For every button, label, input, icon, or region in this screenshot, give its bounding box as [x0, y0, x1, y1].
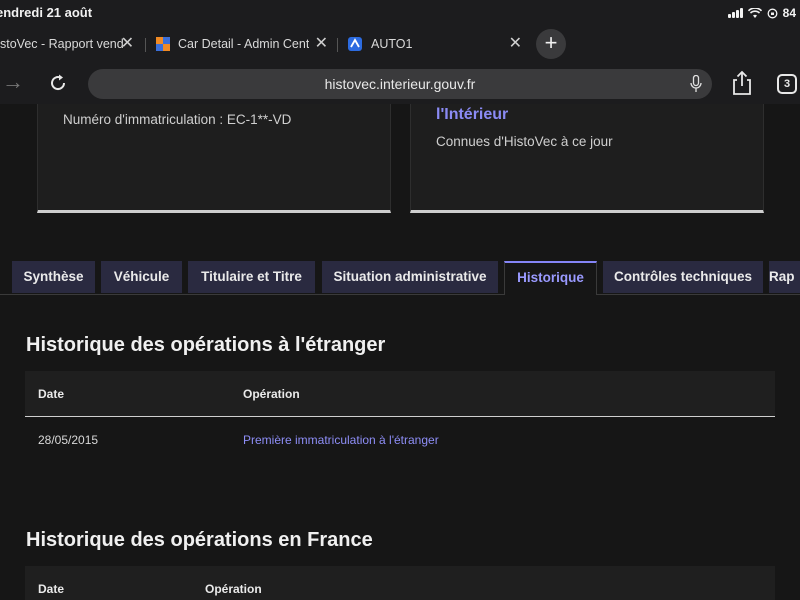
share-icon[interactable]	[730, 70, 754, 96]
report-tabs: Synthèse Véhicule Titulaire et Titre Sit…	[0, 261, 800, 295]
france-history-title: Historique des opérations en France	[26, 529, 373, 551]
operation-date: 28/05/2015	[38, 433, 99, 447]
reload-icon[interactable]	[48, 73, 68, 93]
registration-number-text: Numéro d'immatriculation : EC-1**-VD	[63, 112, 292, 127]
admin-favicon-icon	[156, 37, 170, 51]
tab-divider	[145, 38, 146, 52]
foreign-history-table-header: Date Opération	[25, 371, 775, 417]
column-operation: Opération	[205, 582, 262, 596]
cellular-signal-icon	[727, 8, 743, 18]
close-tab-icon[interactable]: ✕	[315, 35, 328, 53]
microphone-icon[interactable]	[690, 75, 702, 93]
address-bar-row: → histovec.interieur.gouv.fr 3	[0, 62, 800, 104]
tab-vehicule[interactable]: Véhicule	[101, 261, 182, 293]
status-indicators: 84	[727, 6, 796, 20]
column-date: Date	[38, 582, 65, 596]
close-tab-icon[interactable]: ✕	[509, 35, 522, 53]
tab-historique[interactable]: Historique	[504, 261, 597, 295]
browser-tab-strip: stoVec - Rapport vend ✕ Car Detail - Adm…	[0, 26, 800, 62]
tab-divider	[337, 38, 338, 52]
browser-tab-title: Car Detail - Admin Cent	[178, 37, 310, 51]
tab-rapport[interactable]: Rap	[769, 261, 800, 293]
vehicle-id-card: Numéro d'immatriculation : EC-1**-VD	[37, 104, 391, 213]
wifi-icon	[747, 7, 762, 18]
ministry-card: l'Intérieur Connues d'HistoVec à ce jour	[410, 104, 764, 213]
browser-tab-title: AUTO1	[371, 37, 413, 51]
ministry-title: l'Intérieur	[436, 106, 509, 123]
orientation-lock-icon	[767, 8, 778, 18]
browser-tab-auto1[interactable]: AUTO1 ✕	[348, 30, 524, 58]
url-text: histovec.interieur.gouv.fr	[324, 76, 476, 92]
ministry-subtext: Connues d'HistoVec à ce jour	[436, 134, 613, 149]
status-date: endredi 21 août	[0, 5, 93, 20]
tab-titulaire[interactable]: Titulaire et Titre	[188, 261, 315, 293]
foreign-history-title: Historique des opérations à l'étranger	[26, 334, 386, 356]
browser-tab-title: stoVec - Rapport vend	[0, 37, 124, 51]
battery-level: 84	[782, 6, 796, 20]
address-field[interactable]: histovec.interieur.gouv.fr	[88, 69, 712, 99]
tab-count-button[interactable]: 3	[777, 74, 797, 94]
column-date: Date	[38, 387, 65, 401]
forward-arrow-icon[interactable]: →	[2, 70, 24, 94]
status-bar: endredi 21 août 84	[0, 0, 800, 26]
tab-synthese[interactable]: Synthèse	[12, 261, 95, 293]
browser-tab-histovec[interactable]: stoVec - Rapport vend ✕	[0, 30, 140, 58]
france-history-table-header: Date Opération	[25, 566, 775, 600]
new-tab-button[interactable]: +	[536, 29, 566, 59]
tab-controles-techniques[interactable]: Contrôles techniques	[603, 261, 763, 293]
close-tab-icon[interactable]: ✕	[121, 35, 134, 53]
tab-situation-administrative[interactable]: Situation administrative	[322, 261, 498, 293]
auto1-favicon-icon	[348, 37, 362, 51]
column-operation: Opération	[243, 387, 300, 401]
browser-tab-car-detail[interactable]: Car Detail - Admin Cent ✕	[156, 30, 330, 58]
operation-link[interactable]: Première immatriculation à l'étranger	[243, 433, 439, 447]
page-content: Numéro d'immatriculation : EC-1**-VD l'I…	[0, 104, 800, 600]
